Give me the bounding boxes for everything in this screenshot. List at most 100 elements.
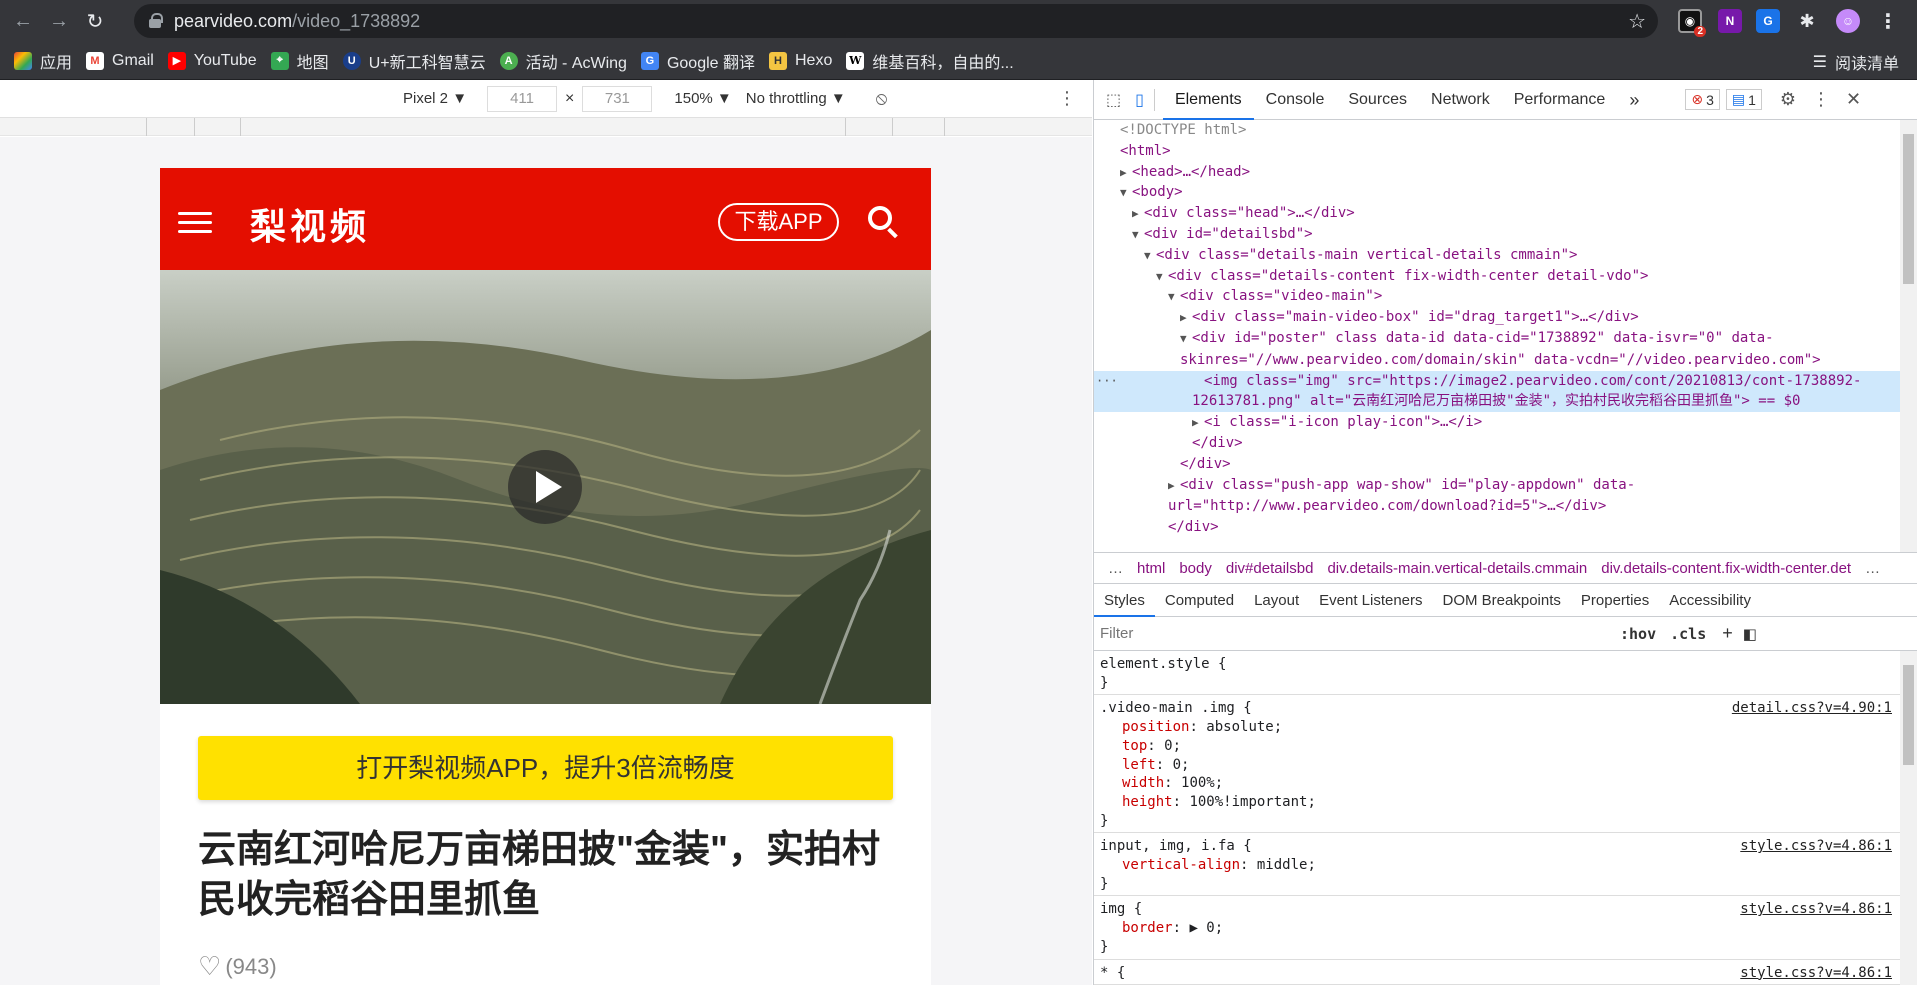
breadcrumb-item[interactable]: … xyxy=(1108,560,1123,577)
dom-node-line[interactable]: ▶ <div class="head">…</div> xyxy=(1094,203,1917,224)
breadcrumb-item[interactable]: … xyxy=(1865,560,1880,577)
dom-node-line[interactable]: ▼ <body> xyxy=(1094,182,1917,203)
device-toggle-icon[interactable]: ▯ xyxy=(1135,90,1144,110)
css-property-value[interactable]: 0; xyxy=(1164,738,1181,754)
zoom-select[interactable]: 150% ▼ xyxy=(674,90,731,107)
dom-node-line[interactable]: <img class="img" src="https://image2.pea… xyxy=(1094,370,1917,413)
css-declaration[interactable]: border: ▶ 0; xyxy=(1100,919,1894,938)
bookmark-uplus[interactable]: U U+新工科智慧云 xyxy=(342,49,486,73)
width-input[interactable]: 411 xyxy=(487,85,558,112)
expand-triangle-icon[interactable]: ▶ xyxy=(1168,476,1180,497)
filter-input[interactable] xyxy=(1100,622,1610,645)
breadcrumb-item[interactable]: div.details-main.vertical-details.cmmain xyxy=(1327,560,1587,577)
rotate-icon[interactable]: ⦸ xyxy=(876,88,888,109)
css-property-value[interactable]: 100%!important; xyxy=(1189,794,1315,810)
css-declaration[interactable]: width: 100%; xyxy=(1100,774,1894,793)
onenote-icon[interactable]: N xyxy=(1718,9,1742,33)
css-source-link[interactable]: style.css?v=4.86:1 xyxy=(1740,900,1892,919)
subtab-dom-breakpoints[interactable]: DOM Breakpoints xyxy=(1433,584,1571,617)
lock-icon[interactable] xyxy=(148,13,163,29)
error-counter[interactable]: ⊗ 3 xyxy=(1685,89,1720,110)
dom-node-line[interactable]: ▶ <i class="i-icon play-icon">…</i> xyxy=(1094,412,1917,433)
extensions-puzzle-icon[interactable]: ✱ xyxy=(1795,9,1819,33)
breadcrumb-item[interactable]: div.details-content.fix-width-center.det xyxy=(1601,560,1851,577)
css-property-name[interactable]: top xyxy=(1122,738,1147,754)
new-rule-icon[interactable]: + xyxy=(1722,623,1733,644)
open-app-banner[interactable]: 打开梨视频APP，提升3倍流畅度 xyxy=(198,736,893,800)
css-selector[interactable]: element.style { xyxy=(1100,655,1894,674)
css-property-name[interactable]: height xyxy=(1122,794,1173,810)
settings-gear-icon[interactable]: ⚙ xyxy=(1780,89,1796,110)
tab-console[interactable]: Console xyxy=(1254,80,1337,120)
play-icon[interactable] xyxy=(508,450,582,524)
dom-node-line[interactable]: ▼ <div id="detailsbd"> xyxy=(1094,224,1917,245)
toggle-sidebar-icon[interactable]: ◧ xyxy=(1743,625,1757,643)
device-select[interactable]: Pixel 2 ▼ xyxy=(403,90,467,107)
menu-kebab-icon[interactable]: ⋮ xyxy=(1876,9,1900,33)
search-icon[interactable] xyxy=(868,206,892,230)
css-property-name[interactable]: width xyxy=(1122,775,1164,791)
css-rule[interactable]: .video-main .img {detail.css?v=4.90:1 pos… xyxy=(1094,695,1900,834)
video-poster[interactable] xyxy=(160,270,931,704)
css-declaration[interactable]: top: 0; xyxy=(1100,737,1894,756)
css-declaration[interactable]: left: 0; xyxy=(1100,756,1894,775)
dom-node-line[interactable]: ▶ <div class="main-video-box" id="drag_ta… xyxy=(1094,307,1917,328)
extension-icon[interactable]: ◉ 2 xyxy=(1678,9,1706,37)
css-property-value[interactable]: ▶ 0; xyxy=(1189,920,1223,936)
expand-triangle-icon[interactable]: ▶ xyxy=(1180,308,1192,329)
css-source-link[interactable]: detail.css?v=4.90:1 xyxy=(1732,699,1892,718)
styles-scrollbar[interactable] xyxy=(1900,651,1917,985)
css-property-value[interactable]: absolute; xyxy=(1206,719,1282,735)
css-property-value[interactable]: 0; xyxy=(1173,757,1190,773)
tab-elements[interactable]: Elements xyxy=(1162,80,1254,120)
collapse-triangle-icon[interactable]: ▼ xyxy=(1144,246,1156,267)
collapse-triangle-icon[interactable]: ▼ xyxy=(1156,267,1168,288)
expand-triangle-icon[interactable]: ▶ xyxy=(1120,163,1132,184)
forward-button[interactable]: → xyxy=(46,8,72,34)
collapse-triangle-icon[interactable]: ▼ xyxy=(1180,329,1192,350)
css-rule[interactable]: * {style.css?v=4.86:1 xyxy=(1094,960,1900,985)
bookmark-google-translate[interactable]: G Google 翻译 xyxy=(640,49,755,73)
breadcrumb-item[interactable]: body xyxy=(1179,560,1212,577)
subtab-properties[interactable]: Properties xyxy=(1571,584,1659,617)
breadcrumb-item[interactable]: html xyxy=(1137,560,1165,577)
dom-tree[interactable]: <!DOCTYPE html> <html> ▶ <head>…</head> ▼ <bo… xyxy=(1094,120,1917,552)
tab-network[interactable]: Network xyxy=(1419,80,1502,120)
collapse-triangle-icon[interactable]: ▼ xyxy=(1132,225,1144,246)
expand-triangle-icon[interactable]: ▶ xyxy=(1132,204,1144,225)
bookmark-apps[interactable]: 应用 xyxy=(14,49,72,73)
download-app-button[interactable]: 下载APP xyxy=(718,203,839,241)
message-counter[interactable]: ▤ 1 xyxy=(1725,89,1762,110)
dom-node-line[interactable]: ▼ <div id="poster" class data-id data-cid… xyxy=(1094,328,1917,371)
bookmark-gmail[interactable]: M Gmail xyxy=(86,51,154,70)
more-tabs-button[interactable]: » xyxy=(1617,80,1651,120)
bookmark-acwing[interactable]: A 活动 - AcWing xyxy=(499,49,627,73)
bookmark-wikipedia[interactable]: W 维基百科，自由的... xyxy=(846,49,1014,73)
css-property-name[interactable]: border xyxy=(1122,920,1173,936)
bookmark-maps[interactable]: ⌖ 地图 xyxy=(270,49,329,73)
dom-node-line[interactable]: ▶ <head>…</head> xyxy=(1094,162,1917,183)
height-input[interactable]: 731 xyxy=(582,85,653,112)
node-actions-icon[interactable]: ··· xyxy=(1096,371,1118,392)
tab-performance[interactable]: Performance xyxy=(1502,80,1618,120)
subtab-styles[interactable]: Styles xyxy=(1094,584,1155,617)
profile-avatar[interactable]: ☺ xyxy=(1836,9,1860,33)
breadcrumb-item[interactable]: div#detailsbd xyxy=(1226,560,1314,577)
css-rule[interactable]: img {style.css?v=4.86:1 border: ▶ 0;} xyxy=(1094,896,1900,960)
dom-node-line[interactable]: </div> xyxy=(1094,454,1917,475)
bookmark-youtube[interactable]: ▶ YouTube xyxy=(167,51,257,70)
translate-ext-icon[interactable]: G xyxy=(1756,9,1780,33)
hov-toggle[interactable]: :hov xyxy=(1620,625,1656,643)
reload-button[interactable]: ↻ xyxy=(82,8,108,34)
css-source-link[interactable]: style.css?v=4.86:1 xyxy=(1740,964,1892,983)
bookmark-star-icon[interactable]: ☆ xyxy=(1628,9,1646,34)
css-rule[interactable]: input, img, i.fa {style.css?v=4.86:1 vert… xyxy=(1094,833,1900,897)
subtab-computed[interactable]: Computed xyxy=(1155,584,1244,617)
dom-node-line[interactable]: <html> xyxy=(1094,141,1917,162)
collapse-triangle-icon[interactable]: ▼ xyxy=(1168,287,1180,308)
device-more-icon[interactable]: ⋮ xyxy=(1058,88,1076,109)
bookmark-hexo[interactable]: H Hexo xyxy=(769,51,832,70)
css-property-name[interactable]: left xyxy=(1122,757,1156,773)
collapse-triangle-icon[interactable]: ▼ xyxy=(1120,183,1132,204)
dom-node-line[interactable]: </div> xyxy=(1094,433,1917,454)
